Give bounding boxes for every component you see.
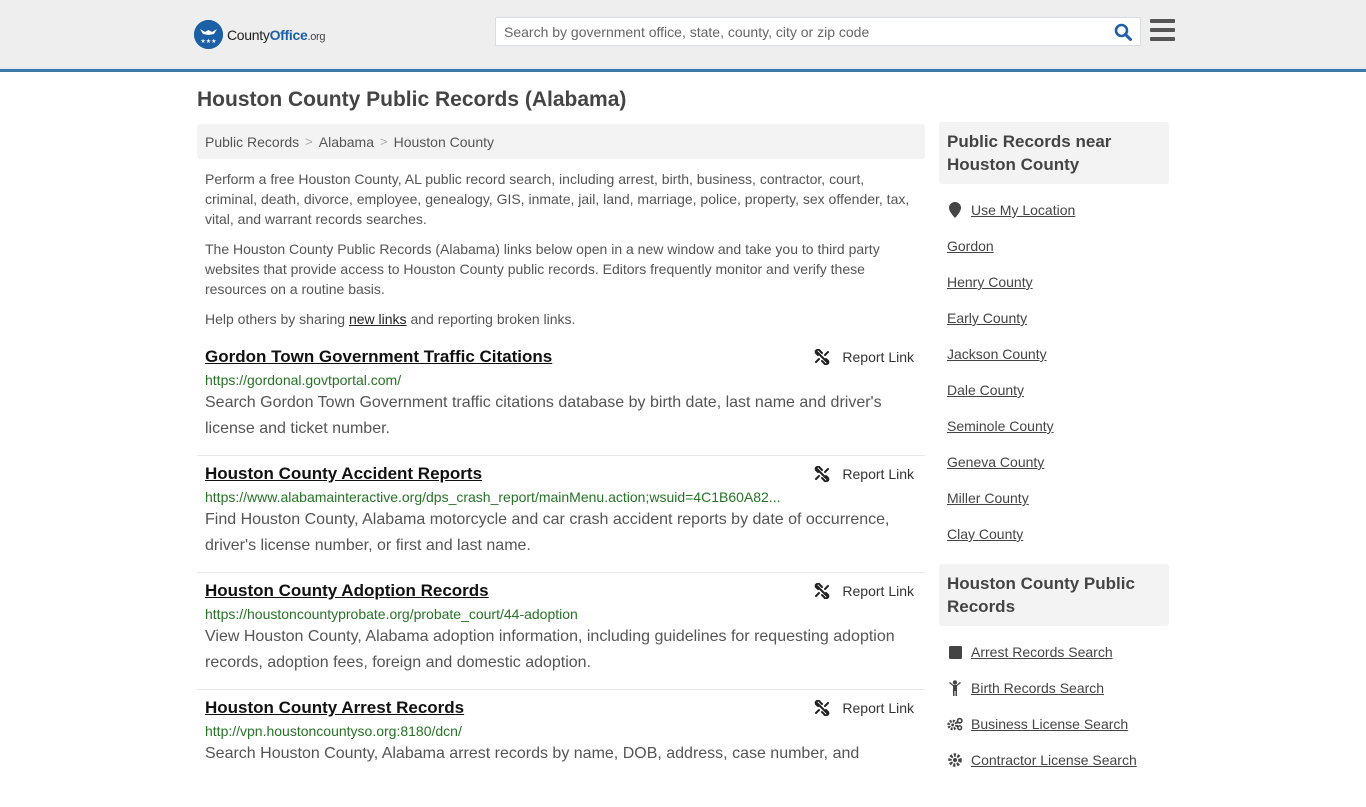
svg-text:★★★: ★★★ — [200, 38, 216, 45]
record-url[interactable]: https://houstoncountyprobate.org/probate… — [205, 606, 785, 622]
nearby-link-miller-county[interactable]: Miller County — [947, 490, 1029, 506]
record-item: Houston County Accident Reports Report L… — [197, 456, 925, 573]
site-logo[interactable]: ★★★ CountyOffice.org — [194, 20, 326, 49]
intro-paragraph-1: Perform a free Houston County, AL public… — [205, 171, 910, 227]
birth-records-search-link[interactable]: Birth Records Search — [971, 680, 1104, 696]
search-bar — [495, 17, 1141, 46]
intro-text-before: Help others by sharing — [205, 311, 349, 327]
county-record-item: Contractor License Search — [947, 742, 1161, 778]
record-title-link[interactable]: Gordon Town Government Traffic Citations — [205, 347, 552, 367]
county-records-list: Arrest Records Search Birth Records Sear… — [939, 626, 1169, 790]
county-record-item: Birth Records Search — [947, 670, 1161, 706]
record-description: Search Houston County, Alabama arrest re… — [205, 745, 860, 762]
report-link-button[interactable]: Report Link — [814, 583, 914, 599]
record-item: Houston County Adoption Records Report L… — [197, 573, 925, 690]
record-title-link[interactable]: Houston County Arrest Records — [205, 698, 464, 718]
nearby-link-early-county[interactable]: Early County — [947, 310, 1027, 326]
new-links-link[interactable]: new links — [349, 311, 407, 327]
child-icon — [947, 680, 963, 696]
report-link-label: Report Link — [842, 700, 914, 716]
record-title-link[interactable]: Houston County Accident Reports — [205, 464, 482, 484]
cogs-icon — [947, 717, 963, 731]
nearby-item: Clay County — [947, 516, 1161, 552]
intro-text: Perform a free Houston County, AL public… — [197, 159, 925, 329]
nearby-item: Dale County — [947, 372, 1161, 408]
gear-icon — [947, 753, 963, 767]
nearby-item: Gordon — [947, 228, 1161, 264]
county-record-item: Business License Search — [947, 706, 1161, 742]
nearby-item: Geneva County — [947, 444, 1161, 480]
site-header: ★★★ CountyOffice.org — [0, 0, 1366, 72]
record-url[interactable]: https://gordonal.govtportal.com/ — [205, 372, 785, 388]
intro-paragraph-3: Help others by sharing new links and rep… — [205, 309, 917, 329]
nearby-link-clay-county[interactable]: Clay County — [947, 526, 1023, 542]
use-my-location-link[interactable]: Use My Location — [971, 202, 1075, 218]
record-item: Gordon Town Government Traffic Citations… — [197, 339, 925, 456]
report-link-label: Report Link — [842, 349, 914, 365]
logo-name: County — [227, 26, 270, 43]
nearby-item: Jackson County — [947, 336, 1161, 372]
nearby-records-heading: Public Records near Houston County — [939, 122, 1169, 184]
broken-link-icon — [815, 700, 830, 716]
search-icon — [1114, 23, 1132, 41]
main-content: Public Records > Alabama > Houston Count… — [197, 124, 925, 807]
eagle-logo-icon: ★★★ — [194, 20, 223, 49]
record-url[interactable]: https://www.alabamainteractive.org/dps_c… — [205, 489, 785, 505]
page-title: Houston County Public Records (Alabama) — [197, 88, 627, 111]
nearby-link-geneva-county[interactable]: Geneva County — [947, 454, 1044, 470]
report-link-button[interactable]: Report Link — [814, 700, 914, 716]
nearby-link-gordon[interactable]: Gordon — [947, 238, 994, 254]
record-description: Find Houston County, Alabama motorcycle … — [205, 511, 890, 554]
breadcrumb-separator: > — [305, 134, 313, 149]
report-link-label: Report Link — [842, 466, 914, 482]
report-link-button[interactable]: Report Link — [814, 349, 914, 365]
nearby-list: Use My Location Gordon Henry County Earl… — [939, 184, 1169, 564]
county-record-item: Arrest Records Search — [947, 634, 1161, 670]
nearby-link-jackson-county[interactable]: Jackson County — [947, 346, 1047, 362]
nearby-item: Henry County — [947, 264, 1161, 300]
breadcrumb-houston-county[interactable]: Houston County — [394, 134, 494, 150]
breadcrumb-alabama[interactable]: Alabama — [319, 134, 374, 150]
nearby-item: Seminole County — [947, 408, 1161, 444]
map-marker-icon — [947, 202, 963, 218]
county-records-heading: Houston County Public Records — [939, 564, 1169, 626]
nearby-item: Early County — [947, 300, 1161, 336]
nearby-link-dale-county[interactable]: Dale County — [947, 382, 1024, 398]
record-title-link[interactable]: Houston County Adoption Records — [205, 581, 489, 601]
nearby-link-henry-county[interactable]: Henry County — [947, 274, 1033, 290]
broken-link-icon — [815, 466, 830, 482]
logo-tld: .org — [307, 30, 326, 43]
breadcrumb-separator: > — [380, 134, 388, 149]
broken-link-icon — [815, 349, 830, 365]
intro-text-after: and reporting broken links. — [406, 311, 576, 327]
search-button[interactable] — [1106, 18, 1140, 45]
nearby-item: Miller County — [947, 480, 1161, 516]
report-link-button[interactable]: Report Link — [814, 466, 914, 482]
square-icon — [947, 645, 963, 659]
logo-highlight: Office — [269, 26, 308, 43]
breadcrumb: Public Records > Alabama > Houston Count… — [197, 124, 925, 159]
nearby-link-seminole-county[interactable]: Seminole County — [947, 418, 1054, 434]
intro-paragraph-2: The Houston County Public Records (Alaba… — [205, 241, 880, 297]
hamburger-menu-icon[interactable] — [1150, 19, 1175, 41]
arrest-records-search-link[interactable]: Arrest Records Search — [971, 644, 1113, 660]
logo-text: CountyOffice.org — [227, 26, 326, 43]
sidebar: Public Records near Houston County Use M… — [939, 122, 1169, 790]
breadcrumb-public-records[interactable]: Public Records — [205, 134, 299, 150]
records-list: Gordon Town Government Traffic Citations… — [197, 339, 925, 807]
record-description: View Houston County, Alabama adoption in… — [205, 628, 895, 671]
record-url[interactable]: http://vpn.houstoncountyso.org:8180/dcn/ — [205, 723, 785, 739]
search-input[interactable] — [496, 23, 1106, 40]
report-link-label: Report Link — [842, 583, 914, 599]
use-location-item: Use My Location — [947, 192, 1161, 228]
record-item: Houston County Arrest Records Report Lin… — [197, 690, 925, 807]
business-license-search-link[interactable]: Business License Search — [971, 716, 1128, 732]
broken-link-icon — [815, 583, 830, 599]
record-description: Search Gordon Town Government traffic ci… — [205, 394, 882, 437]
contractor-license-search-link[interactable]: Contractor License Search — [971, 752, 1137, 768]
